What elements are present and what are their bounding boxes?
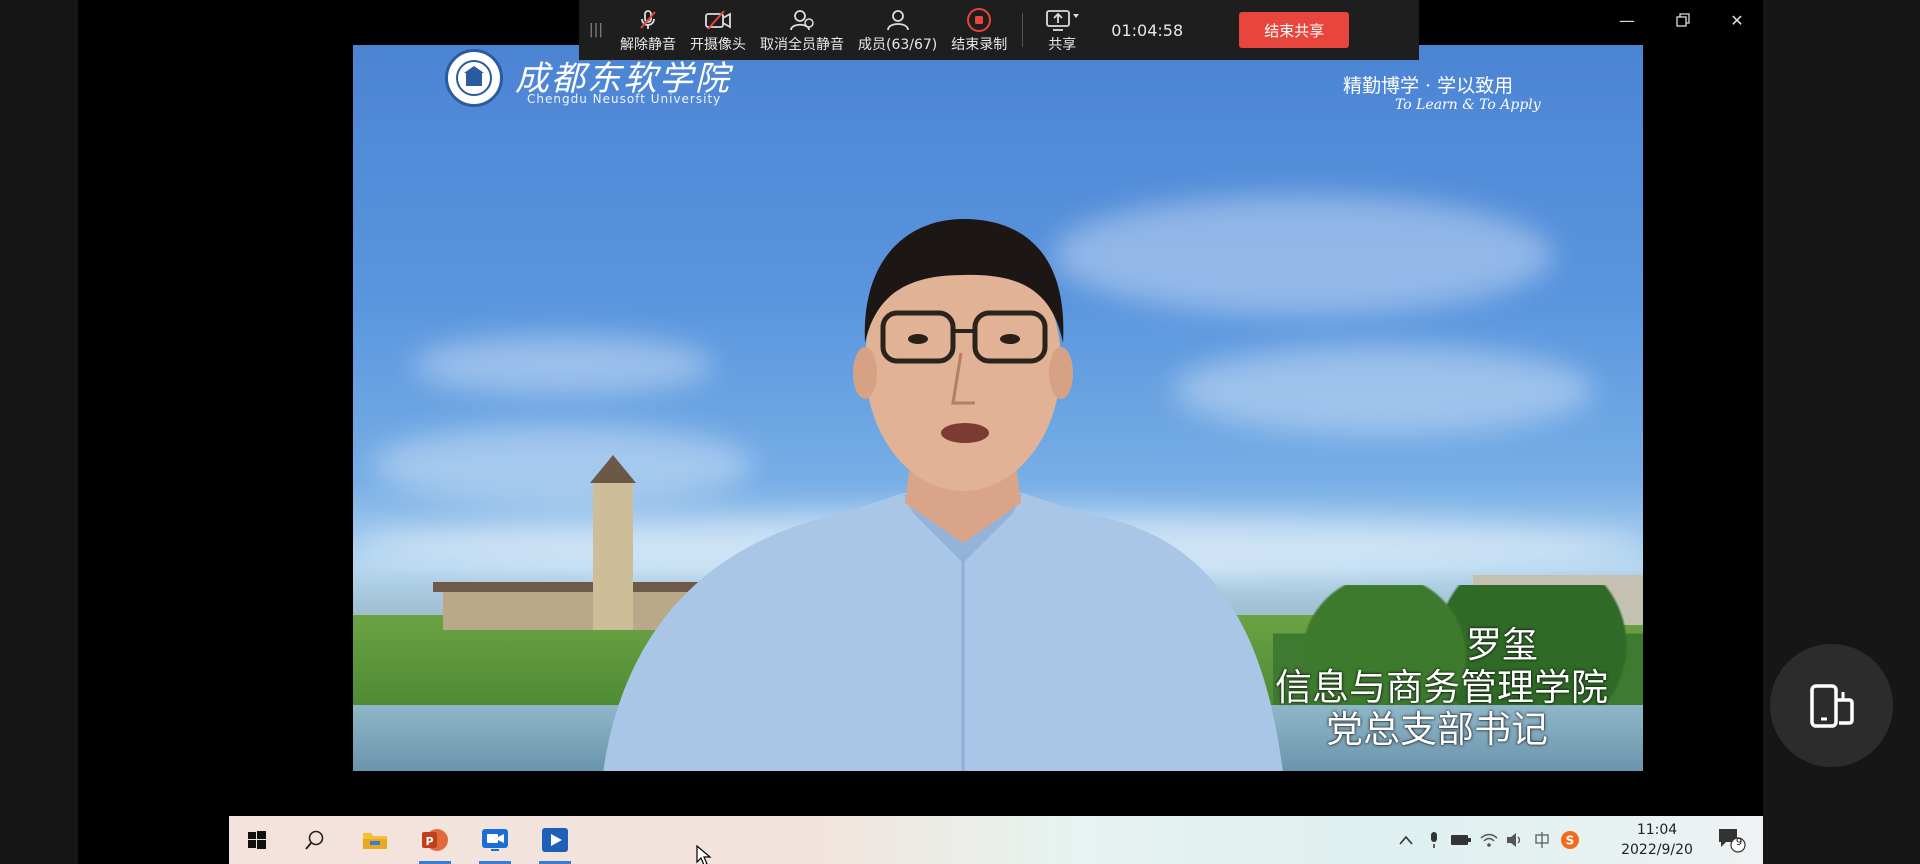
- speaker-department: 信息与商务管理学院: [1275, 666, 1608, 709]
- meeting-timer: 01:04:58: [1111, 20, 1184, 40]
- unmute-label: 解除静音: [620, 37, 676, 53]
- mic-tray-icon[interactable]: [1425, 830, 1443, 850]
- ime-icon[interactable]: [1531, 830, 1553, 850]
- chevron-up-icon[interactable]: [1397, 830, 1415, 850]
- university-logo-english: Chengdu Neusoft University: [527, 92, 722, 106]
- wifi-icon[interactable]: [1479, 830, 1499, 850]
- record-stop-icon: [966, 6, 992, 34]
- shared-screen: 成都东软学院 Chengdu Neusoft University 精勤博学 ·…: [229, 0, 1763, 864]
- restore-icon[interactable]: [1669, 8, 1697, 32]
- camera-label: 开摄像头: [690, 37, 746, 53]
- clock-date: 2022/9/20: [1621, 842, 1693, 858]
- toolbar-drag-handle[interactable]: |||: [585, 22, 607, 38]
- meeting-toolbar: ||| 解除静音 开摄像头 取消全员静音 成员(63/67) 结束录制 共享 0…: [579, 0, 1419, 60]
- search-icon[interactable]: [295, 822, 335, 858]
- camera-button[interactable]: 开摄像头: [683, 0, 753, 60]
- svg-text:S: S: [1566, 834, 1575, 848]
- members-label: 成员(63/67): [858, 37, 938, 53]
- left-letterbox: [0, 0, 78, 864]
- mic-off-icon: [636, 6, 660, 34]
- unmute-button[interactable]: 解除静音: [613, 0, 683, 60]
- motto-english: To Learn & To Apply: [1395, 97, 1541, 113]
- powerpoint-icon[interactable]: P: [415, 822, 455, 864]
- share-screen-icon: [1045, 6, 1080, 34]
- notification-count: 9: [1735, 837, 1743, 848]
- windows-taskbar: P S 11:04 2022/9/20 9: [229, 816, 1763, 864]
- unmute-all-button[interactable]: 取消全员静音: [753, 0, 851, 60]
- taskbar-clock[interactable]: 11:04 2022/9/20: [1617, 820, 1697, 860]
- volume-icon[interactable]: [1505, 830, 1525, 850]
- motto-chinese: 精勤博学 · 学以致用: [1343, 75, 1514, 97]
- phone-switch-icon: [1809, 683, 1854, 728]
- unmute-all-icon: [789, 6, 815, 34]
- file-explorer-icon[interactable]: [355, 822, 395, 858]
- battery-icon[interactable]: [1449, 830, 1473, 850]
- speaker-name: 罗玺: [1465, 625, 1538, 666]
- sogou-icon[interactable]: S: [1559, 830, 1581, 850]
- members-button[interactable]: 成员(63/67): [851, 0, 944, 60]
- notification-icon[interactable]: 9: [1716, 826, 1746, 854]
- speaker-title: 党总支部书记: [1326, 708, 1548, 751]
- svg-text:P: P: [425, 835, 433, 848]
- video-feed: 成都东软学院 Chengdu Neusoft University 精勤博学 ·…: [353, 45, 1643, 771]
- camera-off-icon: [704, 6, 732, 34]
- share-button[interactable]: 共享: [1031, 0, 1093, 60]
- end-share-button[interactable]: 结束共享: [1239, 12, 1350, 48]
- mouse-cursor-icon: [696, 845, 712, 864]
- phone-switch-button[interactable]: [1770, 644, 1893, 767]
- clock-time: 11:04: [1636, 822, 1678, 838]
- university-seal-icon: [445, 49, 503, 107]
- close-icon[interactable]: ✕: [1723, 8, 1751, 32]
- toolbar-divider: [1022, 13, 1024, 47]
- share-label: 共享: [1048, 37, 1077, 53]
- stop-recording-label: 结束录制: [951, 37, 1008, 53]
- unmute-all-label: 取消全员静音: [760, 37, 844, 53]
- members-icon: [885, 6, 911, 34]
- windows-start-icon[interactable]: [237, 822, 277, 858]
- speaker: [603, 219, 1283, 771]
- stop-recording-button[interactable]: 结束录制: [944, 0, 1014, 60]
- video-player-icon[interactable]: [535, 822, 575, 864]
- speaker-caption: 罗玺 信息与商务管理学院 党总支部书记: [1275, 625, 1608, 751]
- minimize-icon[interactable]: —: [1613, 8, 1641, 32]
- meeting-app-icon[interactable]: [475, 822, 515, 864]
